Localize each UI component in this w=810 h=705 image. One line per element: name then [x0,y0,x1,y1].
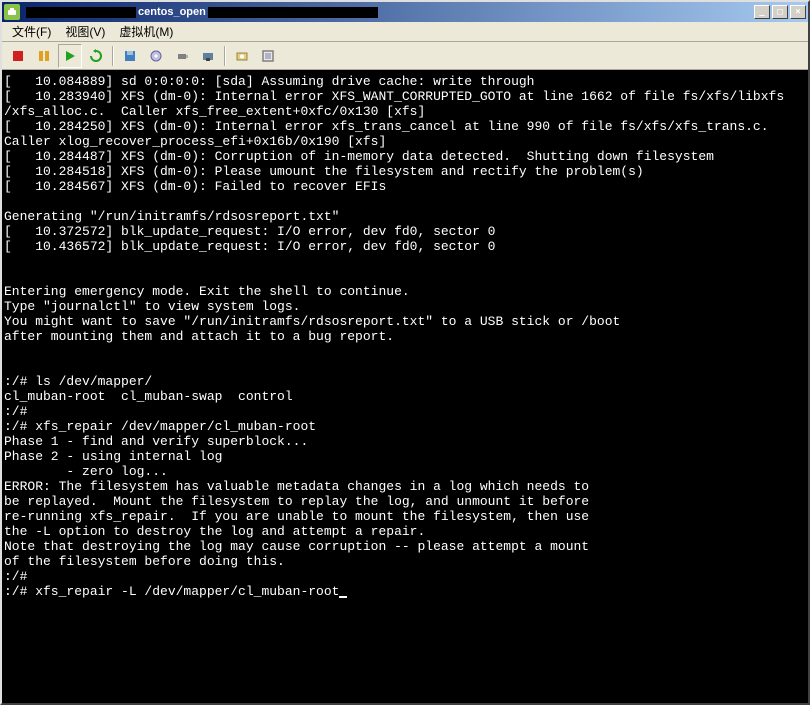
close-button[interactable]: × [790,5,806,19]
toolbar-separator [224,46,226,66]
window-title: centos_open [24,6,754,18]
snapshot-button[interactable] [230,44,254,68]
titlebar[interactable]: centos_open _ □ × [2,2,808,22]
pause-button[interactable] [32,44,56,68]
floppy-button[interactable] [118,44,142,68]
app-icon [4,4,20,20]
toolbar-separator [112,46,114,66]
menu-file[interactable]: 文件(F) [6,21,57,42]
menu-view[interactable]: 视图(V) [59,21,111,42]
text-cursor [339,596,347,598]
toolbar [2,42,808,70]
menubar: 文件(F) 视图(V) 虚拟机(M) [2,22,808,42]
stop-button[interactable] [6,44,30,68]
window-buttons: _ □ × [754,5,806,19]
play-button[interactable] [58,44,82,68]
nic-button[interactable] [196,44,220,68]
reset-button[interactable] [84,44,108,68]
vm-console-window: centos_open _ □ × 文件(F) 视图(V) 虚拟机(M) [ 1… [0,0,810,705]
fullscreen-button[interactable] [256,44,280,68]
usb-button[interactable] [170,44,194,68]
cd-button[interactable] [144,44,168,68]
vm-console-area[interactable]: [ 10.084889] sd 0:0:0:0: [sda] Assuming … [2,70,808,703]
menu-vm[interactable]: 虚拟机(M) [113,21,179,42]
minimize-button[interactable]: _ [754,5,770,19]
maximize-button[interactable]: □ [772,5,788,19]
